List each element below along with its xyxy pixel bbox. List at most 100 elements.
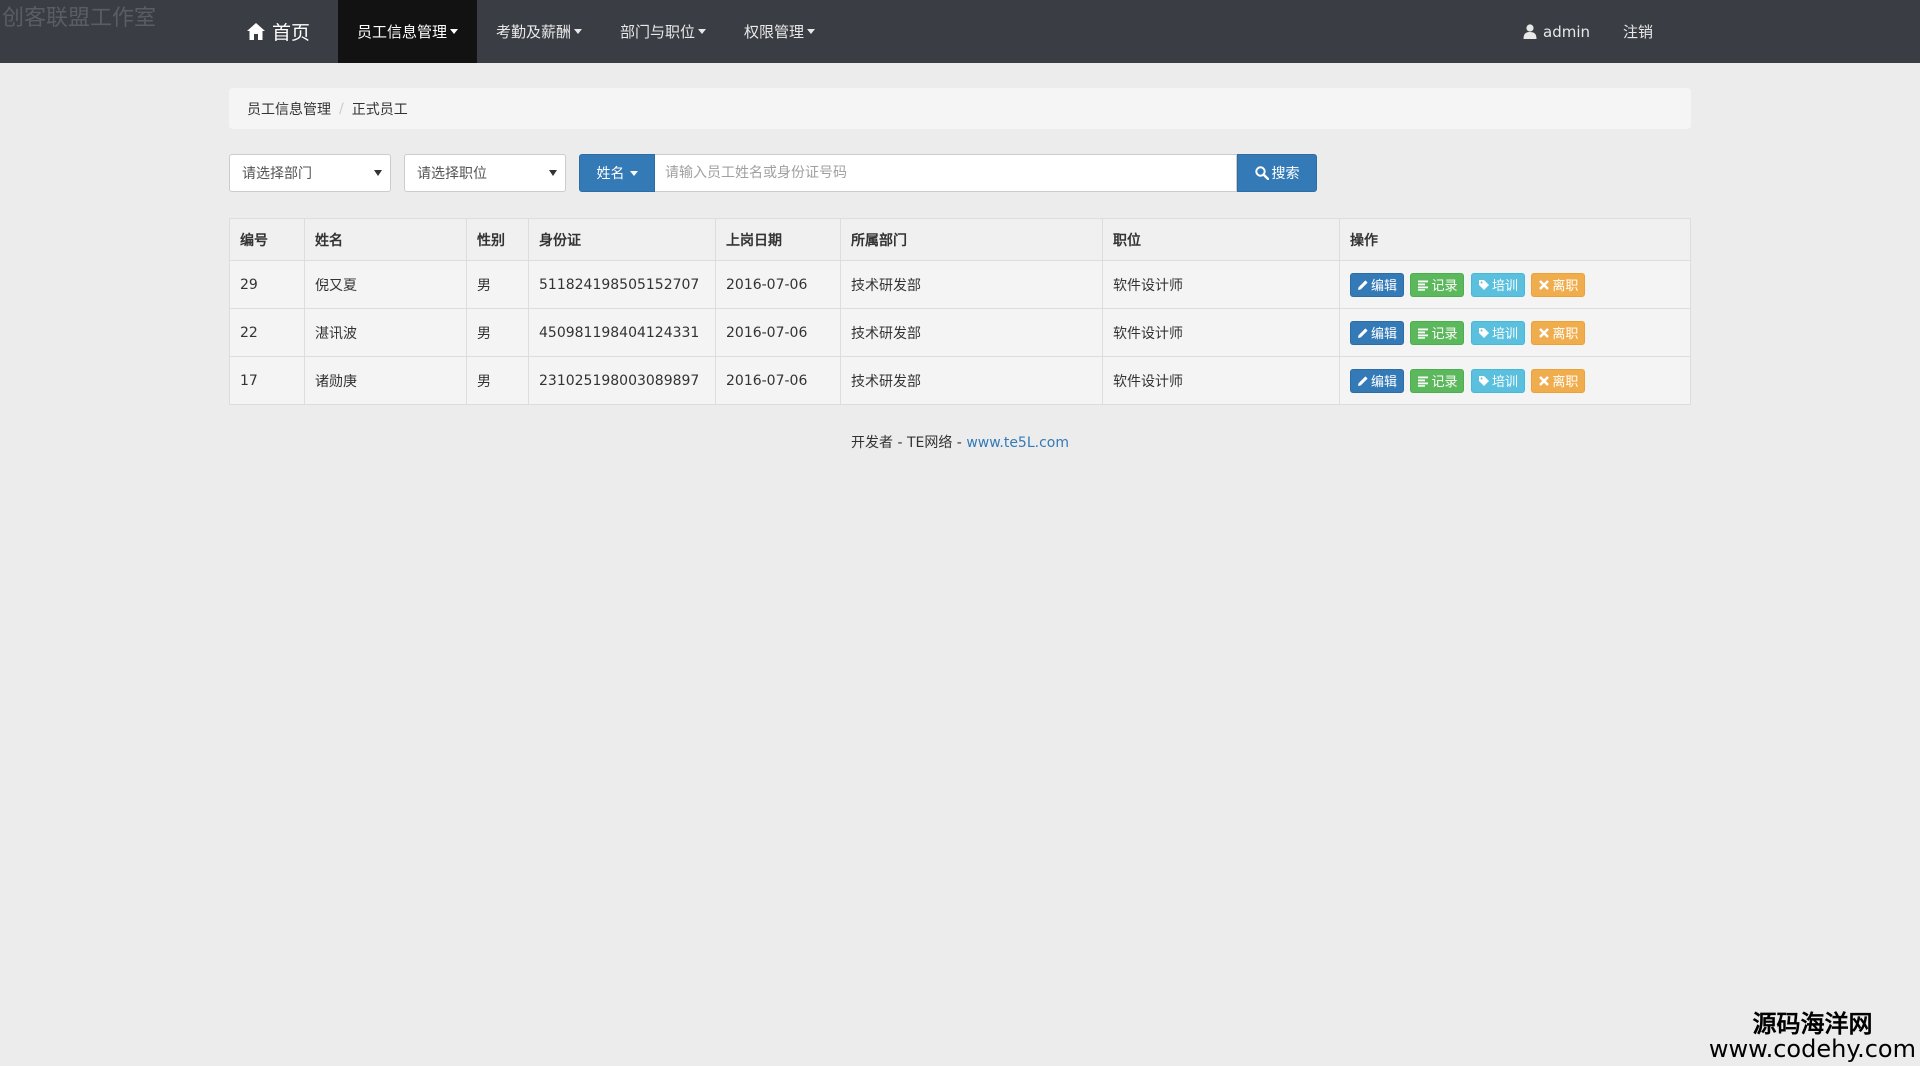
cell-start-date: 2016-07-06 [715, 260, 841, 309]
train-button[interactable]: 培训 [1470, 368, 1525, 393]
breadcrumb-separator: / [339, 100, 344, 117]
edit-button[interactable]: 编辑 [1350, 320, 1405, 345]
resign-button[interactable]: 离职 [1531, 320, 1586, 345]
position-select-value: 请选择职位 [417, 166, 487, 182]
cell-id: 17 [229, 356, 305, 405]
cell-actions: 编辑 记录 培训 离职 [1339, 356, 1691, 405]
home-link[interactable]: 首页 [246, 0, 310, 63]
col-header-start-date: 上岗日期 [715, 218, 841, 261]
record-button-label: 记录 [1431, 279, 1458, 294]
footer-text: 开发者 - TE网络 - [851, 435, 967, 451]
pencil-icon [1358, 375, 1368, 386]
breadcrumb-current: 正式员工 [351, 101, 408, 118]
resign-button[interactable]: 离职 [1531, 368, 1586, 393]
watermark-text: 创客联盟工作室 [2, 6, 157, 31]
col-header-name: 姓名 [304, 218, 467, 261]
nav-item-permissions[interactable]: 权限管理 [725, 0, 834, 63]
list-icon [1418, 376, 1429, 387]
cell-department: 技术研发部 [840, 260, 1103, 309]
cell-position: 软件设计师 [1102, 308, 1340, 357]
col-header-actions: 操作 [1339, 218, 1691, 261]
edit-button-label: 编辑 [1371, 327, 1398, 342]
breadcrumb-parent[interactable]: 员工信息管理 [247, 99, 331, 119]
caret-down-icon [807, 29, 816, 34]
cell-actions: 编辑 记录 培训 离职 [1339, 308, 1691, 357]
user-menu[interactable]: admin [1523, 0, 1590, 63]
table-row: 22 湛讯波 男 450981198404124331 2016-07-06 技… [229, 308, 1691, 357]
cell-department: 技术研发部 [840, 356, 1103, 405]
home-link-label: 首页 [272, 22, 311, 44]
footer-link[interactable]: www.te5L.com [966, 435, 1069, 451]
nav-item-attendance-salary[interactable]: 考勤及薪酬 [477, 0, 601, 63]
tag-icon [1478, 279, 1489, 290]
table-row: 17 诸勋庚 男 231025198003089897 2016-07-06 技… [229, 356, 1691, 405]
cell-gender: 男 [466, 356, 529, 405]
tag-icon [1478, 375, 1489, 386]
train-button-label: 培训 [1491, 279, 1518, 294]
search-button-label: 搜索 [1271, 166, 1300, 182]
col-header-id: 编号 [229, 218, 305, 261]
cell-actions: 编辑 记录 培训 离职 [1339, 260, 1691, 309]
record-button-label: 记录 [1431, 327, 1458, 342]
cell-name: 诸勋庚 [304, 356, 467, 405]
col-header-id-card: 身份证 [528, 218, 716, 261]
cell-gender: 男 [466, 308, 529, 357]
breadcrumb: 员工信息管理 / 正式员工 [229, 88, 1691, 129]
cell-name: 倪又夏 [304, 260, 467, 309]
dropdown-arrow-icon [549, 170, 557, 176]
dropdown-arrow-icon [374, 170, 382, 176]
nav-menu: 员工信息管理 考勤及薪酬 部门与职位 权限管理 [338, 0, 834, 63]
cell-start-date: 2016-07-06 [715, 308, 841, 357]
position-select[interactable]: 请选择职位 [404, 154, 566, 192]
close-icon [1539, 327, 1550, 338]
watermark-line1: 源码海洋网 [1752, 1009, 1873, 1038]
nav-item-label: 权限管理 [744, 23, 805, 41]
cell-gender: 男 [466, 260, 529, 309]
search-button[interactable]: 搜索 [1237, 154, 1317, 192]
cell-id-card: 231025198003089897 [528, 356, 716, 405]
nav-item-label: 员工信息管理 [357, 23, 448, 41]
cell-id-card: 450981198404124331 [528, 308, 716, 357]
department-select[interactable]: 请选择部门 [229, 154, 391, 192]
user-icon [1523, 24, 1537, 39]
search-field-dropdown[interactable]: 姓名 [579, 154, 655, 192]
edit-button[interactable]: 编辑 [1350, 272, 1405, 297]
edit-button[interactable]: 编辑 [1350, 368, 1405, 393]
pencil-icon [1358, 279, 1368, 290]
caret-down-icon [574, 29, 583, 34]
edit-button-label: 编辑 [1371, 279, 1398, 294]
train-button-label: 培训 [1491, 327, 1518, 342]
train-button[interactable]: 培训 [1470, 320, 1525, 345]
logout-link[interactable]: 注销 [1623, 0, 1653, 63]
nav-item-label: 考勤及薪酬 [496, 23, 572, 41]
table-header-row: 编号 姓名 性别 身份证 上岗日期 所属部门 职位 操作 [229, 218, 1691, 261]
cell-name: 湛讯波 [304, 308, 467, 357]
nav-item-department-position[interactable]: 部门与职位 [601, 0, 725, 63]
cell-position: 软件设计师 [1102, 356, 1340, 405]
search-input[interactable] [655, 154, 1237, 192]
resign-button-label: 离职 [1552, 375, 1579, 390]
list-icon [1418, 280, 1429, 291]
record-button[interactable]: 记录 [1410, 368, 1465, 393]
cell-id-card: 511824198505152707 [528, 260, 716, 309]
resign-button-label: 离职 [1552, 279, 1579, 294]
resign-button[interactable]: 离职 [1531, 272, 1586, 297]
caret-down-icon [450, 29, 459, 34]
caret-down-icon [698, 29, 707, 34]
close-icon [1539, 279, 1550, 290]
watermark-line2: www.codehy.com [1708, 1034, 1916, 1063]
col-header-gender: 性别 [466, 218, 529, 261]
cell-start-date: 2016-07-06 [715, 356, 841, 405]
close-icon [1539, 375, 1550, 386]
employee-table: 编号 姓名 性别 身份证 上岗日期 所属部门 职位 操作 29 倪又夏 男 51… [229, 218, 1691, 405]
record-button[interactable]: 记录 [1410, 320, 1465, 345]
username: admin [1543, 22, 1590, 41]
pencil-icon [1358, 327, 1368, 338]
watermark-logo: 源码海洋网 www.codehy.com [1708, 1009, 1916, 1063]
train-button[interactable]: 培训 [1470, 272, 1525, 297]
record-button[interactable]: 记录 [1410, 272, 1465, 297]
nav-item-employee-info[interactable]: 员工信息管理 [338, 0, 478, 63]
cell-position: 软件设计师 [1102, 260, 1340, 309]
col-header-position: 职位 [1102, 218, 1340, 261]
cell-id: 29 [229, 260, 305, 309]
